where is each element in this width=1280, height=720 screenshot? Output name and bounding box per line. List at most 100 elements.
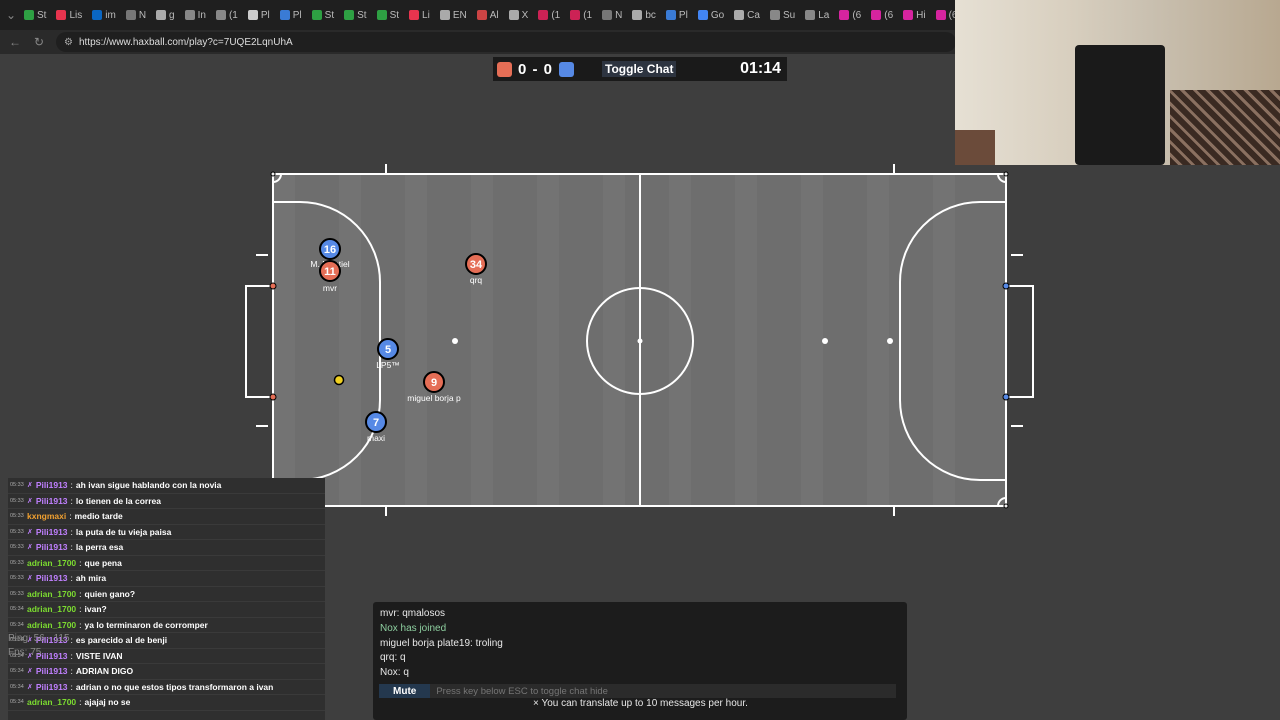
- tab-label: Ca: [747, 9, 760, 21]
- chat-timestamp: 05:33: [10, 513, 24, 520]
- browser-tab[interactable]: St: [20, 4, 50, 26]
- tab-label: (1: [551, 9, 561, 21]
- browser-tab[interactable]: (1: [212, 4, 242, 26]
- tab-favicon-icon: [570, 10, 581, 20]
- tab-label: St: [389, 9, 400, 21]
- player-circle: [319, 260, 341, 282]
- right-penalty-area: [899, 201, 1006, 481]
- chat-username[interactable]: kxngmaxi: [27, 511, 66, 521]
- back-arrow-icon[interactable]: ←: [8, 35, 22, 49]
- browser-tab[interactable]: (1: [534, 4, 564, 26]
- tab-favicon-icon: [935, 10, 946, 20]
- browser-tab[interactable]: St: [340, 4, 370, 26]
- blue-team-indicator: [559, 61, 575, 77]
- chat-username[interactable]: Pili1913: [36, 527, 68, 537]
- webcam-overlay: [955, 0, 1280, 165]
- user-badge-icon: ✗: [27, 528, 33, 536]
- stream-chat-row: 05:34 adrian_1700: ya lo terminaron de cor…: [8, 618, 325, 633]
- browser-tab[interactable]: Pl: [276, 4, 306, 26]
- field-boundary: [272, 173, 1007, 507]
- browser-tab[interactable]: (6: [835, 4, 865, 26]
- browser-tab[interactable]: N: [598, 4, 626, 26]
- player-disc: maxi 7: [365, 411, 387, 443]
- player-name: qrq: [470, 275, 483, 285]
- chat-username[interactable]: Pili1913: [36, 480, 68, 490]
- reload-icon[interactable]: ↻: [32, 35, 46, 49]
- browser-tab[interactable]: EN: [436, 4, 471, 26]
- browser-tab[interactable]: In: [181, 4, 210, 26]
- browser-tab[interactable]: (1: [566, 4, 596, 26]
- chat-username[interactable]: adrian_1700: [27, 558, 76, 568]
- browser-tab[interactable]: Pl: [662, 4, 692, 26]
- browser-tab[interactable]: bc: [628, 4, 660, 26]
- tab-label: In: [197, 9, 206, 21]
- tab-favicon-icon: [839, 10, 850, 20]
- tab-favicon-icon: [476, 10, 487, 20]
- chat-message: ah mira: [75, 573, 107, 584]
- chat-timestamp: 05:33: [10, 482, 24, 489]
- browser-tab[interactable]: Hi: [899, 4, 929, 26]
- chat-message: VISTE IVAN: [75, 650, 123, 661]
- game-chat-panel: mvr: qmalosos Nox has joined miguel borja …: [373, 602, 907, 720]
- stream-chat-list: 05:33 ✗ Pili1913: ah ivan sigue hablando co…: [8, 478, 325, 711]
- translate-notice[interactable]: × You can translate up to 10 messages pe…: [533, 698, 748, 709]
- chat-message: la perra esa: [75, 542, 124, 553]
- address-bar[interactable]: ⚙ https://www.haxball.com/play?c=7UQE2Lq…: [56, 32, 956, 52]
- tab-favicon-icon: [279, 10, 290, 20]
- browser-tab[interactable]: La: [801, 4, 833, 26]
- tab-favicon-icon: [903, 10, 914, 20]
- tab-label: N: [615, 9, 623, 21]
- player-disc: LP5™ 5: [376, 338, 400, 370]
- browser-tab[interactable]: Su: [766, 4, 799, 26]
- toggle-chat-button[interactable]: Toggle Chat: [602, 61, 677, 77]
- browser-tab[interactable]: Pl: [244, 4, 274, 26]
- url-text: https://www.haxball.com/play?c=7UQE2LqnU…: [78, 36, 293, 48]
- chat-username[interactable]: adrian_1700: [27, 589, 76, 599]
- chat-timestamp: 05:33: [10, 590, 24, 597]
- chat-username[interactable]: Pili1913: [36, 542, 68, 552]
- player-number: 11: [324, 266, 336, 278]
- chat-username[interactable]: Pili1913: [36, 666, 68, 676]
- chat-separator: :: [79, 697, 82, 708]
- chat-separator: :: [70, 650, 73, 661]
- ball: [333, 374, 345, 386]
- browser-tab[interactable]: St: [308, 4, 338, 26]
- tab-favicon-icon: [247, 10, 258, 20]
- browser-tab[interactable]: Al: [473, 4, 503, 26]
- browser-tab[interactable]: N: [122, 4, 150, 26]
- player-circle: [465, 253, 487, 275]
- tab-label: (1: [583, 9, 593, 21]
- site-settings-icon[interactable]: ⚙: [64, 37, 73, 48]
- chat-input[interactable]: [430, 684, 896, 698]
- browser-tab[interactable]: im: [88, 4, 120, 26]
- browser-tab[interactable]: (6: [867, 4, 897, 26]
- player-name: M. Montiel: [310, 259, 349, 269]
- browser-tab[interactable]: Go: [694, 4, 728, 26]
- player-name: miguel borja p: [407, 393, 461, 403]
- chat-username[interactable]: Pili1913: [36, 496, 68, 506]
- tab-label: Hi: [916, 9, 926, 21]
- chat-username[interactable]: Pili1913: [36, 682, 68, 692]
- browser-tab[interactable]: Ca: [730, 4, 764, 26]
- stream-chat-row: 05:33 ✗ Pili1913: ah ivan sigue hablando co…: [8, 478, 325, 494]
- chat-username[interactable]: adrian_1700: [27, 604, 76, 614]
- tab-label: bc: [645, 9, 656, 21]
- chat-message: adrian o no que estos tipos transformaro…: [75, 681, 274, 692]
- tab-label: (1: [228, 9, 238, 21]
- browser-tab[interactable]: X: [505, 4, 533, 26]
- chat-message: ah ivan sigue hablando con la novia: [75, 480, 222, 491]
- tab-favicon-icon: [376, 10, 387, 20]
- browser-tab[interactable]: St: [373, 4, 403, 26]
- chat-username[interactable]: adrian_1700: [27, 620, 76, 630]
- game-chat-message: Nox has joined: [380, 622, 447, 634]
- stream-chat-row: 05:34 adrian_1700: ivan?: [8, 602, 325, 618]
- browser-tab[interactable]: g: [152, 4, 179, 26]
- browser-tab[interactable]: Li: [405, 4, 434, 26]
- mute-button[interactable]: Mute: [379, 684, 431, 698]
- browser-tab[interactable]: Lis: [52, 4, 86, 26]
- chat-timestamp: 05:34: [10, 621, 24, 628]
- chat-username[interactable]: Pili1913: [36, 573, 68, 583]
- chat-username[interactable]: adrian_1700: [27, 697, 76, 707]
- tab-list-chevron-icon[interactable]: ⌄: [4, 8, 18, 22]
- chat-message: la puta de tu vieja paisa: [75, 526, 172, 537]
